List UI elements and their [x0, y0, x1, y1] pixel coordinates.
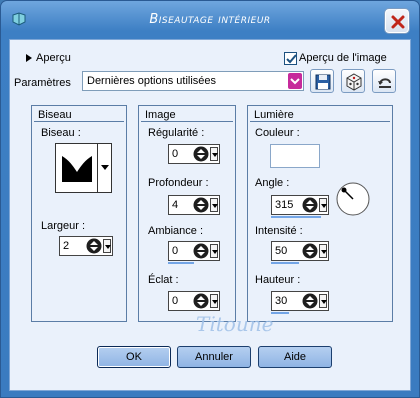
spin-arrows-icon[interactable]: [302, 197, 318, 213]
light-group-title: Lumière: [250, 108, 390, 122]
angle-slider-track[interactable]: [271, 216, 321, 218]
angle-spinner[interactable]: 315: [271, 195, 329, 215]
smoothness-spinner[interactable]: 0: [168, 144, 220, 164]
smoothness-label: Régularité :: [148, 127, 205, 139]
dice-icon: [346, 73, 362, 91]
bevel-group-title: Biseau: [34, 108, 124, 122]
depth-spinner[interactable]: 4: [168, 195, 220, 215]
show-preview-label: Aperçu de l'image: [299, 52, 387, 64]
intensity-value: 50: [275, 245, 288, 257]
spin-dropdown-button[interactable]: [319, 244, 327, 258]
spin-dropdown-button[interactable]: [319, 198, 327, 212]
light-color-label: Couleur :: [255, 127, 300, 139]
angle-label: Angle :: [255, 177, 290, 189]
angle-value: 315: [275, 199, 294, 211]
spin-dropdown-button[interactable]: [103, 239, 111, 253]
spin-arrows-icon[interactable]: [193, 146, 209, 162]
spin-dropdown-button[interactable]: [210, 244, 218, 258]
expand-arrow-icon[interactable]: [25, 53, 33, 63]
cancel-button[interactable]: Annuler: [177, 346, 251, 368]
intensity-spinner[interactable]: 50: [271, 241, 329, 261]
spin-arrows-icon[interactable]: [302, 293, 318, 309]
width-value: 2: [63, 240, 70, 252]
preview-toggle-label[interactable]: Aperçu: [36, 52, 71, 64]
depth-label: Profondeur :: [148, 177, 209, 189]
light-group: Lumière Couleur : Angle : 315 Intensité …: [247, 105, 393, 322]
intensity-label: Intensité :: [255, 225, 303, 237]
intensity-slider-track[interactable]: [271, 262, 299, 264]
ambience-slider-track[interactable]: [168, 262, 194, 264]
randomize-button[interactable]: [341, 69, 365, 93]
bevel-shape-preview: [56, 144, 98, 192]
bevel-label: Biseau :: [41, 127, 81, 139]
spin-dropdown-button[interactable]: [319, 294, 327, 308]
shininess-label: Éclat :: [148, 274, 179, 286]
ambience-label: Ambiance :: [148, 225, 204, 237]
checkmark-icon: [286, 54, 297, 64]
title-bar[interactable]: Biseautage intérieur: [1, 1, 419, 39]
spin-dropdown-button[interactable]: [210, 147, 218, 161]
dropdown-button[interactable]: [288, 73, 302, 89]
shininess-value: 0: [172, 295, 179, 307]
ambience-value: 0: [172, 245, 179, 257]
chevron-down-icon: [101, 165, 109, 170]
save-preset-button[interactable]: [310, 69, 334, 93]
close-icon: [391, 15, 405, 29]
elevation-value: 30: [275, 295, 288, 307]
width-spinner[interactable]: 2: [59, 236, 113, 256]
elevation-slider-track[interactable]: [271, 312, 289, 314]
spin-arrows-icon[interactable]: [86, 238, 102, 254]
bevel-shape-picker[interactable]: [55, 143, 112, 193]
depth-value: 4: [172, 199, 179, 211]
spin-dropdown-button[interactable]: [210, 294, 218, 308]
elevation-spinner[interactable]: 30: [271, 291, 329, 311]
params-label: Paramètres: [14, 77, 71, 89]
presets-dropdown[interactable]: Dernières options utilisées: [82, 71, 304, 91]
spin-arrows-icon[interactable]: [193, 243, 209, 259]
dialog-body: Aperçu Aperçu de l'image Paramètres Dern…: [9, 39, 411, 391]
image-group-title: Image: [141, 108, 233, 122]
width-label: Largeur :: [41, 220, 86, 232]
show-preview-checkbox[interactable]: [284, 52, 297, 65]
presets-value: Dernières options utilisées: [87, 75, 217, 87]
spin-dropdown-button[interactable]: [210, 198, 218, 212]
reset-icon: [378, 78, 391, 88]
elevation-label: Hauteur :: [255, 274, 301, 286]
ok-button[interactable]: OK: [97, 346, 171, 368]
shininess-spinner[interactable]: 0: [168, 291, 220, 311]
help-button[interactable]: Aide: [258, 346, 332, 368]
bevel-shape-icon: [62, 156, 92, 182]
reset-button[interactable]: [372, 69, 396, 93]
close-button[interactable]: [385, 9, 409, 33]
bevel-group: Biseau Biseau : Largeur : 2: [31, 105, 127, 322]
light-color-swatch[interactable]: [270, 144, 320, 168]
chevron-down-icon: [290, 78, 300, 85]
save-icon: [315, 74, 331, 90]
image-group: Image Régularité : 0 Profondeur : 4 Ambi…: [138, 105, 236, 322]
ambience-spinner[interactable]: 0: [168, 241, 220, 261]
spin-arrows-icon[interactable]: [193, 293, 209, 309]
angle-dial[interactable]: [336, 182, 370, 216]
smoothness-value: 0: [172, 148, 179, 160]
dialog-window: Biseautage intérieur Aperçu Aperçu de l'…: [0, 0, 420, 398]
spin-arrows-icon[interactable]: [302, 243, 318, 259]
spin-arrows-icon[interactable]: [193, 197, 209, 213]
watermark-text: Titoune: [196, 312, 274, 336]
window-title: Biseautage intérieur: [149, 12, 271, 27]
